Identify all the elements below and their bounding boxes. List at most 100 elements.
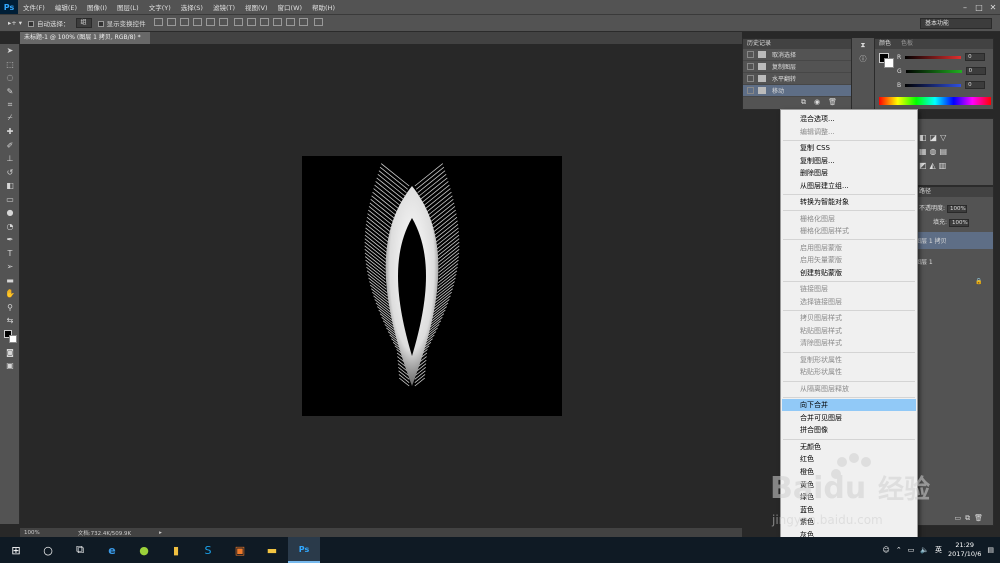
red-slider[interactable] — [905, 55, 962, 59]
task-view-icon[interactable]: ⧉ — [64, 537, 96, 563]
file-explorer-icon[interactable]: ▬ — [256, 537, 288, 563]
zoom-tool-icon[interactable]: ⚲ — [0, 301, 20, 315]
menu-select[interactable]: 选择(S) — [176, 2, 208, 12]
eraser-tool-icon[interactable]: ◧ — [0, 179, 20, 193]
search-icon[interactable]: ○ — [32, 537, 64, 563]
distribute-bottom-icon[interactable] — [259, 18, 269, 26]
path-select-tool-icon[interactable]: ➢ — [0, 260, 20, 274]
document-canvas[interactable] — [302, 156, 562, 416]
default-colors-icon[interactable]: ⇆ — [0, 314, 20, 328]
history-dock-icon[interactable]: ⧗ — [852, 38, 874, 52]
distribute-top-icon[interactable] — [233, 18, 243, 26]
eyedropper-tool-icon[interactable]: ⌿ — [0, 112, 20, 126]
properties-dock-icon[interactable]: ⓘ — [852, 52, 874, 66]
app-bars-icon[interactable]: ▮ — [160, 537, 192, 563]
menu-view[interactable]: 视图(V) — [240, 2, 273, 12]
align-left-icon[interactable] — [192, 18, 202, 26]
distribute-middle-icon[interactable] — [246, 18, 256, 26]
blue-value[interactable]: 0 — [965, 81, 986, 89]
auto-align-icon[interactable] — [314, 18, 324, 26]
blue-slider[interactable] — [905, 83, 962, 87]
context-menu-item[interactable]: 复制 CSS — [782, 142, 916, 154]
notification-icon[interactable]: ▤ — [987, 546, 994, 554]
context-menu-item[interactable]: 绿色 — [782, 491, 916, 503]
menu-file[interactable]: 文件(F) — [18, 2, 50, 12]
auto-select-dropdown[interactable]: 组 — [75, 18, 92, 28]
menu-type[interactable]: 文字(Y) — [144, 2, 176, 12]
context-menu-item[interactable]: 无颜色 — [782, 441, 916, 453]
context-menu-item[interactable]: 橙色 — [782, 466, 916, 478]
align-bottom-icon[interactable] — [179, 18, 189, 26]
align-top-icon[interactable] — [153, 18, 163, 26]
background-swatch[interactable] — [884, 58, 894, 68]
opacity-value[interactable]: 100% — [946, 205, 967, 213]
tray-volume-icon[interactable]: 🔈 — [920, 546, 929, 554]
tray-people-icon[interactable]: ☺ — [883, 546, 890, 554]
context-menu-item[interactable]: 混合选项... — [782, 113, 916, 125]
auto-select-checkbox[interactable]: 自动选择： — [28, 18, 70, 28]
zoom-readout[interactable]: 100% — [24, 530, 40, 536]
layer-footer-icons[interactable]: ▭⧉🗑 — [955, 514, 988, 523]
minimize-icon[interactable]: – — [958, 0, 972, 14]
history-item[interactable]: 水平翻转 — [743, 73, 851, 85]
snapshot-icon[interactable]: ◉ — [814, 98, 820, 107]
align-middle-icon[interactable] — [166, 18, 176, 26]
context-menu-item[interactable]: 删除图层 — [782, 167, 916, 179]
color-spectrum[interactable] — [879, 97, 991, 105]
distribute-right-icon[interactable] — [298, 18, 308, 26]
skype-icon[interactable]: S — [192, 537, 224, 563]
clone-stamp-tool-icon[interactable]: ⊥ — [0, 152, 20, 166]
fill-value[interactable]: 100% — [948, 219, 969, 227]
menu-filter[interactable]: 滤镜(T) — [208, 2, 240, 12]
quick-mask-icon[interactable]: ◙ — [0, 346, 20, 360]
app-green-icon[interactable]: ● — [128, 537, 160, 563]
distribute-left-icon[interactable] — [272, 18, 282, 26]
align-center-icon[interactable] — [205, 18, 215, 26]
tab-paths[interactable]: 路径 — [919, 188, 931, 195]
document-tab[interactable]: 未标题-1 @ 100% (图层 1 拷贝, RGB/8) * — [20, 32, 150, 44]
history-item-selected[interactable]: 移动 — [743, 85, 851, 97]
menu-window[interactable]: 窗口(W) — [273, 2, 308, 12]
context-menu-item[interactable]: 创建剪贴蒙版 — [782, 267, 916, 279]
green-slider[interactable] — [905, 69, 962, 73]
tray-chevron-icon[interactable]: ⌃ — [896, 546, 902, 554]
context-menu-item[interactable]: 向下合并 — [782, 399, 916, 412]
adjustment-icons-row3[interactable]: ◩◭▥ — [919, 161, 949, 170]
screen-mode-icon[interactable]: ▣ — [0, 359, 20, 373]
context-menu-item[interactable]: 紫色 — [782, 516, 916, 528]
lasso-tool-icon[interactable]: ◌ — [0, 71, 20, 85]
context-menu-item[interactable]: 拼合图像 — [782, 424, 916, 436]
windows-start-icon[interactable]: ⊞ — [0, 537, 32, 563]
distribute-center-icon[interactable] — [285, 18, 295, 26]
gradient-tool-icon[interactable]: ▭ — [0, 193, 20, 207]
tab-swatches[interactable]: 色板 — [901, 40, 913, 47]
context-menu-item[interactable]: 蓝色 — [782, 504, 916, 516]
quick-select-tool-icon[interactable]: ✎ — [0, 85, 20, 99]
foreground-color-swatch[interactable] — [0, 328, 20, 346]
photoshop-taskbar-icon[interactable]: Ps — [288, 537, 320, 563]
menu-edit[interactable]: 编辑(E) — [50, 2, 82, 12]
menu-layer[interactable]: 图层(L) — [112, 2, 144, 12]
status-arrow-icon[interactable]: ▸ — [159, 530, 162, 536]
app-orange-icon[interactable]: ▣ — [224, 537, 256, 563]
close-icon[interactable]: ✕ — [986, 0, 1000, 14]
brush-tool-icon[interactable]: ✐ — [0, 139, 20, 153]
trash-icon[interactable]: 🗑 — [828, 98, 837, 107]
green-value[interactable]: 0 — [965, 67, 986, 75]
edge-browser-icon[interactable]: e — [96, 537, 128, 563]
context-menu-item[interactable]: 黄色 — [782, 479, 916, 491]
history-item[interactable]: 复制图层 — [743, 61, 851, 73]
adjustment-icons[interactable]: ◧◪▽ — [919, 133, 949, 142]
tray-ime-indicator[interactable]: 英 — [935, 545, 942, 555]
adjustment-icons-row2[interactable]: ▦◍▤ — [919, 147, 950, 156]
tab-color[interactable]: 颜色 — [879, 40, 891, 47]
type-tool-icon[interactable]: T — [0, 247, 20, 261]
align-right-icon[interactable] — [218, 18, 228, 26]
clock[interactable]: 21:29 2017/10/6 — [948, 541, 981, 559]
new-document-from-state-icon[interactable]: ⧉ — [801, 98, 806, 107]
move-tool-preset-icon[interactable]: ▸+ ▾ — [8, 19, 22, 27]
hand-tool-icon[interactable]: ✋ — [0, 287, 20, 301]
history-item[interactable]: 取消选择 — [743, 49, 851, 61]
show-transform-checkbox[interactable]: 显示变换控件 — [97, 18, 146, 28]
marquee-tool-icon[interactable]: ⬚ — [0, 58, 20, 72]
